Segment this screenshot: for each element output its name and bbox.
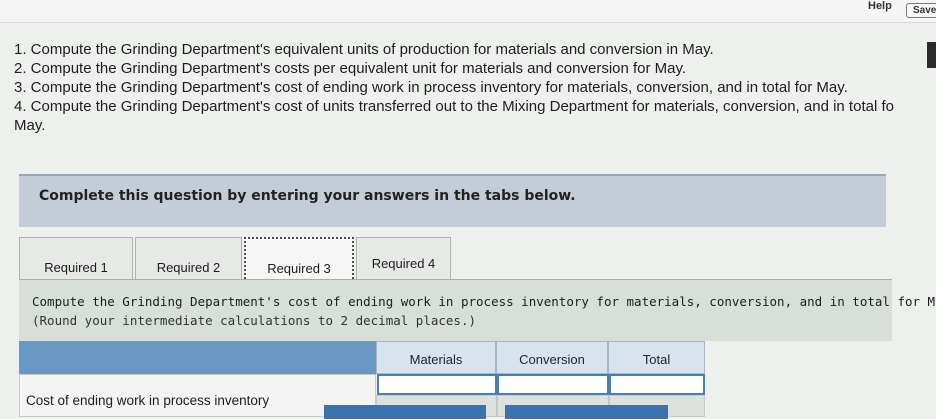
rounding-note: (Round your intermediate calculations to… [32,313,477,328]
column-header-conversion: Conversion [496,341,608,374]
instruction-1: 1. Compute the Grinding Department's equ… [14,41,714,58]
tab-required-4[interactable]: Required 4 [356,237,451,281]
save-button[interactable]: Save [906,3,936,18]
row-label-ending-wip: Cost of ending work in process inventory [19,374,376,417]
instruction-4: 4. Compute the Grinding Department's cos… [14,98,894,115]
conversion-input[interactable] [497,374,609,395]
help-link[interactable]: Help [868,0,892,12]
instruction-4-continued: May. [14,117,46,134]
tab-prompt: Compute the Grinding Department's cost o… [32,292,936,330]
total-input[interactable] [609,374,705,395]
table-header-blank [19,341,376,374]
answer-panel-header: Complete this question by entering your … [19,174,886,227]
instruction-2: 2. Compute the Grinding Department's cos… [14,60,687,77]
tab-required-3-label: Required 3 [267,261,331,276]
column-header-total: Total [608,341,705,374]
prompt-text: Compute the Grinding Department's cost o… [32,294,936,309]
tab-content: Compute the Grinding Department's cost o… [19,279,936,341]
question-instructions: 1. Compute the Grinding Department's equ… [14,40,936,135]
materials-input[interactable] [377,374,497,395]
panel-title: Complete this question by entering your … [39,188,576,204]
previous-button[interactable] [324,405,486,419]
instruction-3: 3. Compute the Grinding Department's cos… [14,79,848,96]
column-header-materials: Materials [376,341,496,374]
next-button[interactable] [505,405,668,419]
top-toolbar: Help Save [0,0,936,23]
